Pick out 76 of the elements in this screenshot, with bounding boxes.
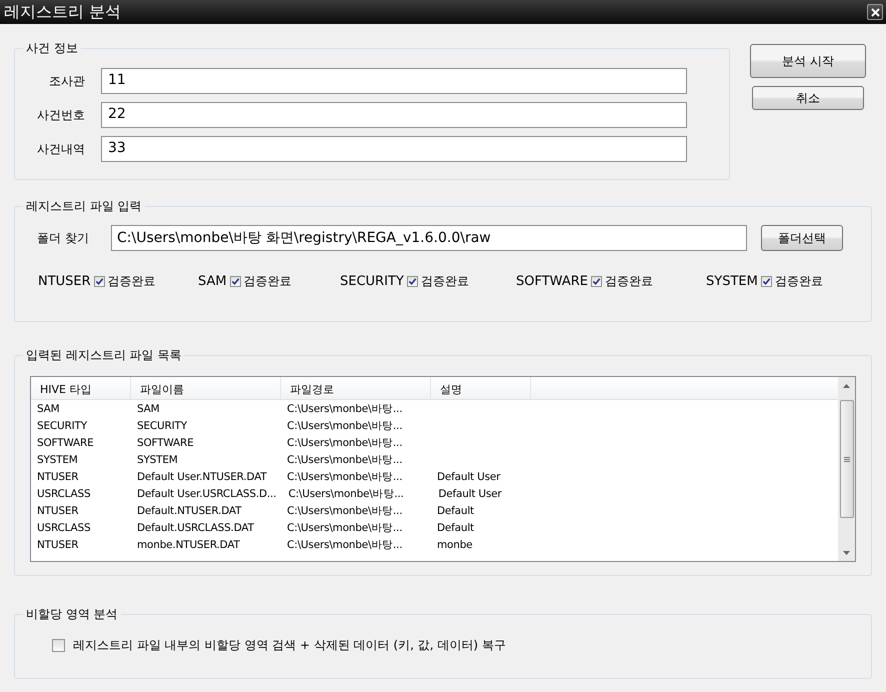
checkbox[interactable] — [230, 276, 241, 287]
scroll-up-icon[interactable] — [843, 384, 850, 388]
table-cell-text: C:\Users\monbe\바탕... — [286, 538, 404, 552]
scroll-down-icon[interactable] — [843, 550, 850, 554]
table-cell-text: SOFTWARE — [36, 436, 95, 448]
hive-label: SOFTWARE — [516, 274, 588, 289]
checkbox-label: 검증완료 — [774, 273, 823, 290]
folder-path-field[interactable]: C:\Users\monbe\바탕 화면\registry\REGA_v1.6.0.0\raw — [111, 225, 747, 251]
table-cell-text: C:\Users\monbe\바탕... — [287, 486, 405, 500]
table-cell-text: NTUSER — [36, 538, 80, 550]
checkbox[interactable] — [590, 276, 602, 287]
checkbox-label: 레지스트리 파일 내부의 비할당 영역 검색 + 삭제된 데이터 (키, 값, 데이터) 복구 — [73, 637, 506, 654]
column-header[interactable]: HIVE 타입 — [31, 377, 131, 399]
input-field[interactable]: 33 — [101, 136, 687, 162]
table-cell-text: Default User — [436, 470, 502, 482]
checkbox-label: 검증완료 — [420, 273, 469, 290]
group-title: 레지스트리 파일 입력 — [23, 198, 145, 215]
group-title: 사건 정보 — [23, 40, 81, 57]
table-cell-text: C:\Users\monbe\바탕... — [286, 402, 404, 416]
table-cell-text: SECURITY — [136, 420, 188, 432]
table-cell-text: NTUSER — [36, 470, 80, 482]
checkbox[interactable] — [406, 276, 418, 287]
table-cell-text: C:\Users\monbe\바탕... — [286, 520, 404, 534]
grip-icon — [844, 456, 850, 462]
table-cell-text: C:\Users\monbe\바탕... — [286, 470, 404, 484]
column-header[interactable]: 파일경로 — [281, 377, 431, 399]
table-cell-text: SYSTEM — [136, 454, 179, 466]
checkbox-label: 검증완료 — [604, 273, 653, 290]
window-title: 레지스트리 분석 — [4, 2, 122, 22]
table-cell-text: SAM — [136, 402, 161, 414]
table-cell-text: Default User — [437, 488, 503, 500]
scrollbar[interactable] — [838, 377, 855, 561]
input-field[interactable]: 11 — [101, 68, 687, 94]
scroll-thumb[interactable] — [840, 400, 854, 518]
checkbox[interactable] — [52, 639, 65, 652]
table-cell-text: Default User.USRCLASS.D... — [136, 488, 278, 500]
table-cell-text: Default.NTUSER.DAT — [136, 504, 242, 516]
input-field[interactable]: 22 — [101, 102, 687, 128]
close-button[interactable] — [867, 4, 883, 20]
table-cell-text: Default.USRCLASS.DAT — [136, 522, 255, 534]
hive-label: SECURITY — [340, 274, 404, 289]
field-label: 조사관 — [48, 72, 86, 90]
table-cell-text: C:\Users\monbe\바탕... — [286, 452, 404, 466]
table-cell-text: C:\Users\monbe\바탕... — [286, 436, 404, 450]
group-title: 입력된 레지스트리 파일 목록 — [23, 347, 184, 364]
table-cell-text: Default — [436, 522, 475, 534]
hive-label: SAM — [198, 274, 227, 289]
hive-label: NTUSER — [38, 274, 91, 289]
table-cell-text: Default User.NTUSER.DAT — [136, 470, 268, 482]
table-cell-text: USRCLASS — [36, 522, 92, 534]
checkbox-label: 검증완료 — [108, 273, 156, 290]
field-label: 사건번호 — [36, 106, 86, 124]
column-header[interactable]: 파일이름 — [131, 377, 281, 399]
table-cell-text: monbe — [436, 538, 474, 550]
table-cell-text: SECURITY — [36, 420, 88, 432]
group-title: 비할당 영역 분석 — [23, 606, 121, 623]
table-cell-text: Default — [436, 504, 475, 516]
table-cell-text: USRCLASS — [36, 488, 92, 500]
checkbox-label: 검증완료 — [244, 273, 292, 290]
start-button[interactable]: 분석 시작 — [750, 44, 866, 78]
field-label: 폴더 찾기 — [36, 230, 90, 246]
table-cell-text: SOFTWARE — [136, 436, 195, 448]
table-cell-text: monbe.NTUSER.DAT — [136, 538, 241, 550]
checkbox[interactable] — [94, 276, 105, 287]
hive-label: SYSTEM — [706, 274, 758, 289]
column-header[interactable]: 설명 — [431, 377, 531, 399]
table-cell-text: SAM — [36, 402, 61, 414]
folder-select-button[interactable]: 폴더선택 — [761, 225, 843, 251]
table-cell-text: C:\Users\monbe\바탕... — [286, 418, 404, 432]
table-cell-text: NTUSER — [36, 504, 80, 516]
checkbox[interactable] — [760, 276, 772, 287]
table-cell-text: C:\Users\monbe\바탕... — [286, 504, 404, 518]
field-label: 사건내역 — [36, 140, 86, 158]
cancel-button[interactable]: 취소 — [752, 86, 864, 110]
table-cell-text: SYSTEM — [36, 454, 79, 466]
close-icon — [870, 8, 880, 16]
